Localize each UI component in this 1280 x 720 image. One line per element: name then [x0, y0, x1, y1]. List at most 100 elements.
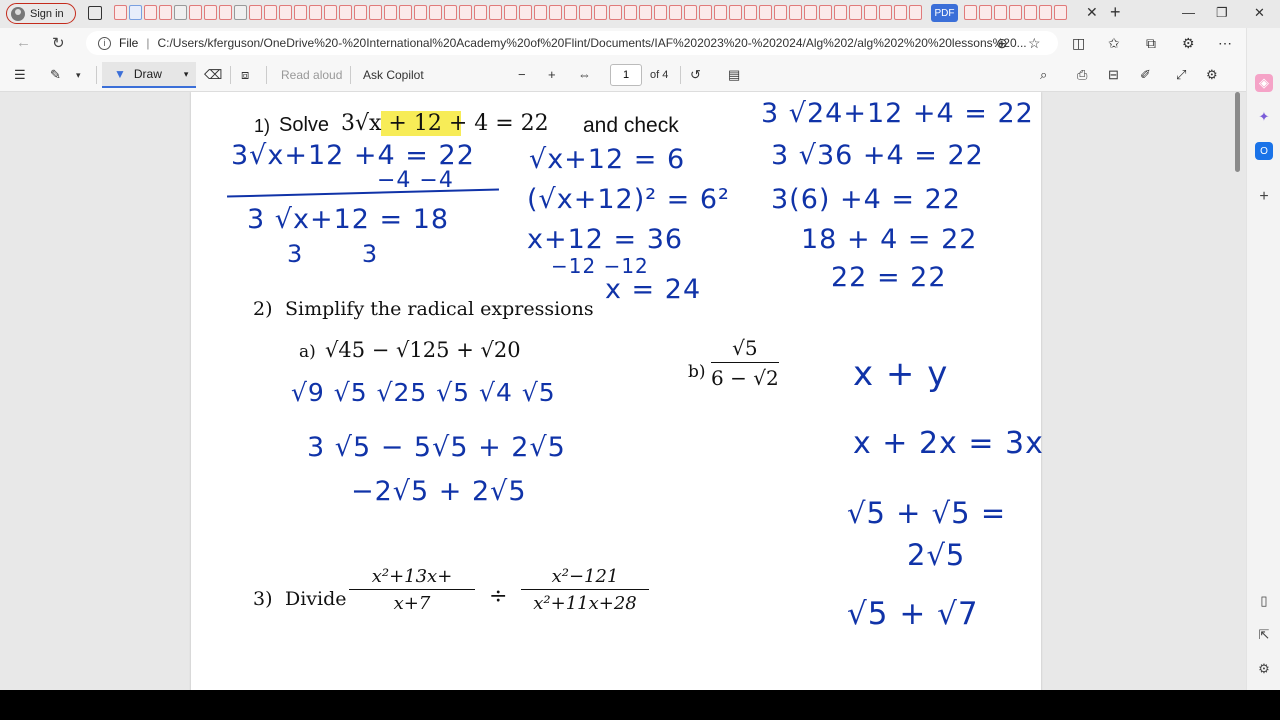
- browser-tab[interactable]: [339, 5, 352, 20]
- browser-tab[interactable]: [624, 5, 637, 20]
- browser-tab[interactable]: [294, 5, 307, 20]
- back-icon[interactable]: ←: [16, 34, 31, 51]
- scrollbar-thumb[interactable]: [1235, 92, 1240, 172]
- browser-tab[interactable]: [639, 5, 652, 20]
- ask-copilot-button[interactable]: Ask Copilot: [363, 68, 424, 82]
- browser-tab[interactable]: [354, 5, 367, 20]
- browser-tab[interactable]: [504, 5, 517, 20]
- browser-tab[interactable]: [759, 5, 772, 20]
- browser-tab[interactable]: [714, 5, 727, 20]
- browser-tab[interactable]: [264, 5, 277, 20]
- collections-icon[interactable]: ⧉: [1146, 35, 1156, 52]
- browser-tab[interactable]: [849, 5, 862, 20]
- browser-tab[interactable]: [174, 5, 187, 20]
- browser-tab[interactable]: [429, 5, 442, 20]
- browser-tab[interactable]: [684, 5, 697, 20]
- browser-tab[interactable]: [894, 5, 907, 20]
- draw-button[interactable]: ▼ Draw ▾: [102, 62, 196, 88]
- read-aloud-button[interactable]: Read aloud: [281, 68, 342, 82]
- url-text[interactable]: C:/Users/kferguson/OneDrive%20-%20Intern…: [157, 36, 1026, 50]
- browser-tab[interactable]: [159, 5, 172, 20]
- favorite-star-icon[interactable]: ☆: [1028, 35, 1041, 52]
- browser-tab[interactable]: [384, 5, 397, 20]
- open-external-icon[interactable]: ⇱: [1255, 626, 1273, 644]
- print-icon[interactable]: ⎙: [1077, 67, 1087, 83]
- sidebar-settings-icon[interactable]: ⚙: [1255, 660, 1273, 678]
- browser-tab[interactable]: [399, 5, 412, 20]
- browser-tab[interactable]: [1024, 5, 1037, 20]
- zoom-in-icon[interactable]: +: [548, 67, 556, 82]
- browser-tab[interactable]: [979, 5, 992, 20]
- browser-tab[interactable]: [129, 5, 142, 20]
- fit-width-icon[interactable]: ⇔: [578, 67, 591, 82]
- browser-tab[interactable]: [909, 5, 922, 20]
- rotate-icon[interactable]: ↺: [690, 67, 701, 83]
- extensions-icon[interactable]: ⚙: [1182, 35, 1195, 52]
- browser-tab[interactable]: [279, 5, 292, 20]
- settings-icon[interactable]: ⚙: [1206, 67, 1218, 83]
- browser-tab[interactable]: [144, 5, 157, 20]
- browser-tab[interactable]: [519, 5, 532, 20]
- browser-tab[interactable]: [324, 5, 337, 20]
- browser-tab[interactable]: [1054, 5, 1067, 20]
- more-icon[interactable]: ⋯: [1218, 35, 1232, 52]
- info-icon[interactable]: i: [98, 36, 111, 50]
- browser-tab[interactable]: [879, 5, 892, 20]
- tab-actions-icon[interactable]: [88, 6, 102, 20]
- pdf-viewer[interactable]: 1) Solve 3√x + 12 + 4 = 22 and check 2) …: [0, 92, 1246, 690]
- highlight-icon[interactable]: ✎: [50, 67, 61, 83]
- browser-tab[interactable]: [994, 5, 1007, 20]
- save-icon[interactable]: ⊟: [1108, 67, 1119, 83]
- browser-tab[interactable]: [654, 5, 667, 20]
- browser-tab[interactable]: [309, 5, 322, 20]
- browser-tab[interactable]: [489, 5, 502, 20]
- outlook-icon[interactable]: O: [1255, 142, 1273, 160]
- chevron-down-icon[interactable]: ▾: [76, 70, 81, 81]
- browser-tab[interactable]: [204, 5, 217, 20]
- page-number-input[interactable]: 1: [610, 64, 642, 86]
- browser-tab[interactable]: [729, 5, 742, 20]
- zoom-icon[interactable]: ⊕: [996, 35, 1008, 52]
- address-bar[interactable]: i File | C:/Users/kferguson/OneDrive%20-…: [86, 31, 1058, 55]
- pdf-page[interactable]: 1) Solve 3√x + 12 + 4 = 22 and check 2) …: [191, 92, 1043, 690]
- browser-tab[interactable]: [444, 5, 457, 20]
- browser-tab[interactable]: [819, 5, 832, 20]
- close-window-icon[interactable]: ✕: [1254, 5, 1265, 21]
- browser-tab[interactable]: [579, 5, 592, 20]
- browser-tab[interactable]: [609, 5, 622, 20]
- browser-tab[interactable]: [699, 5, 712, 20]
- close-tab-icon[interactable]: ✕: [1086, 4, 1098, 21]
- sign-in-button[interactable]: Sign in: [6, 3, 76, 24]
- search-icon[interactable]: ⌕: [1040, 67, 1047, 83]
- browser-tab[interactable]: [114, 5, 127, 20]
- split-screen-icon[interactable]: ◫: [1072, 35, 1085, 52]
- browser-tab[interactable]: [564, 5, 577, 20]
- text-icon[interactable]: ⧈: [241, 67, 249, 83]
- refresh-icon[interactable]: ↻: [52, 34, 65, 52]
- save-as-icon[interactable]: ✐: [1140, 67, 1151, 83]
- browser-tab[interactable]: [864, 5, 877, 20]
- eraser-icon[interactable]: ⌫: [204, 67, 222, 83]
- favorites-icon[interactable]: ✩: [1108, 35, 1120, 52]
- tab-pdf[interactable]: PDF: [931, 4, 958, 22]
- browser-tab[interactable]: [1039, 5, 1052, 20]
- browser-tab[interactable]: [534, 5, 547, 20]
- browser-tab[interactable]: [669, 5, 682, 20]
- browser-tab[interactable]: [789, 5, 802, 20]
- shopping-icon[interactable]: ◈: [1255, 74, 1273, 92]
- browser-tab[interactable]: [369, 5, 382, 20]
- sidebar-panel-icon[interactable]: ▯: [1255, 592, 1273, 610]
- vertical-scrollbar[interactable]: [1232, 92, 1244, 684]
- zoom-out-icon[interactable]: −: [518, 67, 526, 82]
- browser-tab[interactable]: [549, 5, 562, 20]
- browser-tab[interactable]: [594, 5, 607, 20]
- games-icon[interactable]: ✦: [1255, 108, 1273, 126]
- browser-tab[interactable]: [744, 5, 757, 20]
- browser-tab[interactable]: [474, 5, 487, 20]
- browser-tab[interactable]: [804, 5, 817, 20]
- maximize-icon[interactable]: ❐: [1216, 5, 1228, 21]
- browser-tab[interactable]: [219, 5, 232, 20]
- add-sidebar-icon[interactable]: +: [1255, 188, 1273, 206]
- page-view-icon[interactable]: ▤: [728, 67, 740, 83]
- browser-tab[interactable]: [834, 5, 847, 20]
